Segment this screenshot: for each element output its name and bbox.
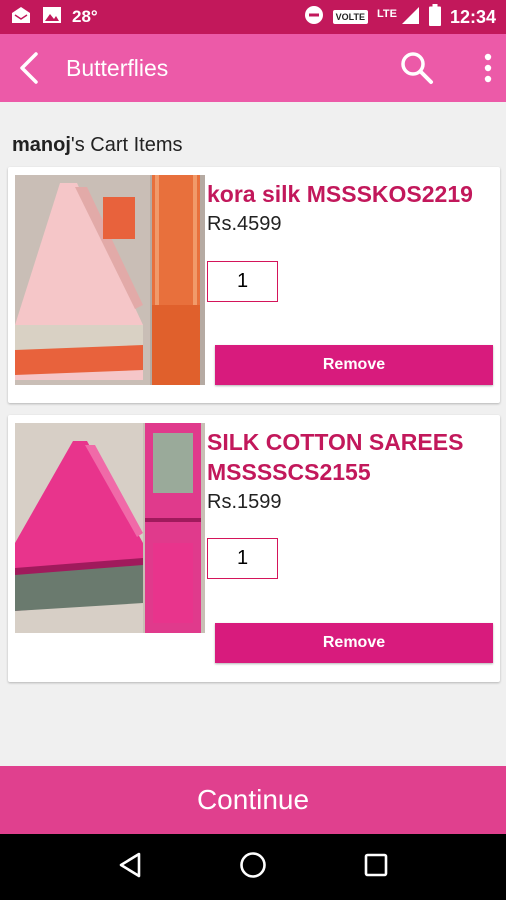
- cart-item-card: SILK COTTON SAREES MSSSSCS2155 Rs.1599 1…: [8, 415, 500, 682]
- product-price: Rs.1599: [207, 491, 282, 513]
- image-icon: [42, 5, 62, 30]
- product-image[interactable]: [15, 175, 205, 385]
- network-type: LTE: [376, 7, 397, 20]
- product-name[interactable]: kora silk MSSSKOS2219: [207, 179, 493, 209]
- quantity-input[interactable]: 1: [207, 538, 278, 579]
- quantity-input[interactable]: 1: [207, 261, 278, 302]
- remove-button[interactable]: Remove: [215, 623, 493, 663]
- cart-owner: manoj: [12, 134, 71, 156]
- continue-button[interactable]: Continue: [0, 766, 506, 834]
- remove-button[interactable]: Remove: [215, 345, 493, 385]
- page-title: Butterflies: [66, 54, 169, 81]
- temperature: 28°: [72, 7, 98, 26]
- more-vert-icon[interactable]: [484, 53, 492, 83]
- recents-square-icon[interactable]: [364, 853, 388, 882]
- status-bar: 28° VOLTE LTE 12:34: [0, 0, 506, 34]
- product-price: Rs.4599: [207, 213, 282, 235]
- cart-heading-suffix: 's Cart Items: [70, 134, 183, 156]
- cart-item-card: kora silk MSSSKOS2219 Rs.4599 1 Remove: [8, 167, 500, 403]
- product-name[interactable]: SILK COTTON SAREES MSSSSCS2155: [207, 427, 493, 487]
- search-icon[interactable]: [400, 51, 434, 85]
- home-circle-icon[interactable]: [239, 851, 267, 884]
- volte-badge: VOLTE: [332, 10, 368, 24]
- back-triangle-icon[interactable]: [118, 852, 142, 883]
- mail-upload-icon: [10, 5, 32, 30]
- signal-icon: [400, 5, 420, 30]
- back-arrow-icon[interactable]: [18, 51, 40, 85]
- clock: 12:34: [449, 6, 496, 27]
- cart-heading: manoj's Cart Items: [12, 134, 183, 157]
- product-image[interactable]: [15, 423, 205, 633]
- do-not-disturb-icon: [304, 5, 324, 30]
- navigation-bar: [0, 834, 506, 900]
- app-bar: Butterflies: [0, 34, 506, 102]
- battery-icon: [428, 3, 441, 31]
